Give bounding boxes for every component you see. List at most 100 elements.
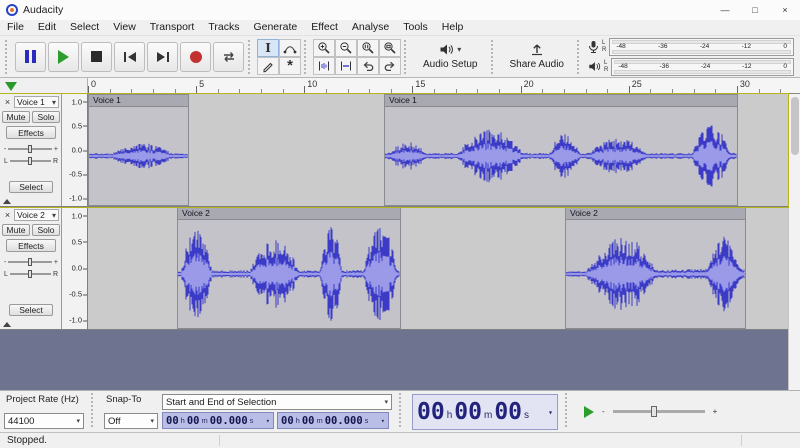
pan-slider[interactable]: L R [4, 156, 58, 166]
scrollbar-thumb[interactable] [791, 97, 799, 155]
play-button[interactable] [48, 41, 79, 72]
collapse-track-icon[interactable] [3, 199, 11, 204]
track-canvas[interactable]: Voice 1 Voice 1 [88, 94, 788, 207]
timeline-ruler[interactable]: 0 5 10 15 20 25 30 [0, 78, 800, 94]
mute-button[interactable]: Mute [2, 224, 30, 236]
menu-select[interactable]: Select [63, 20, 106, 35]
clip-header[interactable]: Voice 2 [178, 208, 400, 220]
toolbar-gripper[interactable] [577, 39, 583, 74]
track-close-button[interactable]: × [2, 209, 13, 220]
undo-button[interactable] [357, 56, 379, 75]
toolbar-gripper[interactable] [304, 39, 310, 74]
recording-meter[interactable]: LR -48 -36 -24 -12 0 [588, 37, 794, 56]
gain-slider-track[interactable] [8, 258, 52, 266]
toolbar-gripper[interactable] [5, 39, 11, 74]
clip-waveform[interactable] [178, 220, 400, 328]
chevron-down-icon[interactable]: ▾ [548, 408, 553, 417]
selection-start-field[interactable]: 00 h 00 m 00.000 s ▾ [162, 412, 274, 429]
gain-slider-track[interactable] [8, 145, 52, 153]
playback-speed-slider[interactable] [612, 406, 705, 417]
solo-button[interactable]: Solo [32, 111, 60, 123]
menu-tools[interactable]: Tools [396, 20, 435, 35]
menu-edit[interactable]: Edit [31, 20, 63, 35]
project-rate-combobox[interactable]: 44100 ▾ [4, 413, 84, 429]
share-audio-button[interactable]: Share Audio [500, 38, 575, 76]
zoom-out-button[interactable] [335, 38, 357, 57]
close-button[interactable]: × [770, 0, 800, 20]
title-bar[interactable]: Audacity — □ × [0, 0, 800, 20]
collapse-track-icon[interactable] [3, 322, 11, 327]
menu-tracks[interactable]: Tracks [201, 20, 246, 35]
zoom-fit-button[interactable] [379, 38, 401, 57]
effects-button[interactable]: Effects [6, 239, 56, 252]
menu-analyse[interactable]: Analyse [345, 20, 396, 35]
menu-view[interactable]: View [106, 20, 143, 35]
menu-effect[interactable]: Effect [304, 20, 345, 35]
zoom-in-button[interactable] [313, 38, 335, 57]
vertical-scale-ruler[interactable]: 1.0 0.5 0.0 -0.5 -1.0 [62, 94, 88, 207]
clip-waveform[interactable] [89, 107, 188, 205]
pan-slider-thumb[interactable] [28, 270, 33, 278]
select-button[interactable]: Select [9, 304, 53, 316]
pan-slider-track[interactable] [9, 157, 51, 165]
timeline-options-area[interactable] [0, 78, 88, 93]
clip-waveform[interactable] [566, 220, 745, 328]
stop-button[interactable] [81, 41, 112, 72]
draw-tool-button[interactable] [257, 56, 279, 75]
toolbar-gripper[interactable] [490, 39, 497, 74]
audio-setup-button[interactable]: ▾ Audio Setup [413, 38, 488, 76]
menu-transport[interactable]: Transport [143, 20, 202, 35]
pan-slider-track[interactable] [9, 270, 51, 278]
toolbar-gripper[interactable] [565, 393, 571, 427]
play-at-speed-button[interactable] [584, 405, 594, 418]
toolbar-gripper[interactable] [404, 39, 410, 74]
toolbar-gripper[interactable] [399, 393, 405, 427]
snap-to-combobox[interactable]: Off ▾ [104, 413, 158, 429]
audio-clip[interactable]: Voice 2 [565, 207, 746, 329]
pause-button[interactable] [15, 41, 46, 72]
zoom-selection-button[interactable] [357, 38, 379, 57]
maximize-button[interactable]: □ [740, 0, 770, 20]
pan-slider[interactable]: L R [4, 269, 58, 279]
selection-tool-button[interactable]: I [257, 38, 279, 57]
silence-audio-button[interactable] [335, 56, 357, 75]
solo-button[interactable]: Solo [32, 224, 60, 236]
selection-end-field[interactable]: 00 h 00 m 00.000 s ▾ [277, 412, 389, 429]
audio-clip[interactable]: Voice 2 [177, 207, 401, 329]
playback-meter[interactable]: LR -48 -36 -24 -12 0 [588, 57, 794, 76]
effects-button[interactable]: Effects [6, 126, 56, 139]
mute-button[interactable]: Mute [2, 111, 30, 123]
loop-button[interactable] [213, 41, 244, 72]
clip-header[interactable]: Voice 1 [385, 95, 737, 107]
skip-to-end-button[interactable] [147, 41, 178, 72]
pinned-playhead-icon[interactable] [5, 82, 17, 91]
menu-file[interactable]: File [0, 20, 31, 35]
recording-meter-bars[interactable]: -48 -36 -24 -12 0 [609, 37, 794, 56]
clip-waveform[interactable] [385, 107, 737, 205]
track-name-button[interactable]: Voice 2 ▾ [14, 209, 59, 221]
envelope-tool-button[interactable] [279, 38, 301, 57]
audio-clip[interactable]: Voice 1 [384, 94, 738, 206]
minimize-button[interactable]: — [710, 0, 740, 20]
gain-slider[interactable]: - + [4, 144, 58, 154]
audio-position-display[interactable]: 00 h 00 m 00 s ▾ [412, 394, 558, 430]
gain-slider-thumb[interactable] [28, 145, 33, 153]
toolbar-gripper[interactable] [248, 39, 254, 74]
gain-slider-thumb[interactable] [28, 258, 33, 266]
skip-to-start-button[interactable] [114, 41, 145, 72]
vertical-scale-ruler[interactable]: 1.0 0.5 0.0 -0.5 -1.0 [62, 207, 88, 330]
playback-meter-bars[interactable]: -48 -36 -24 -12 0 [611, 57, 794, 76]
speed-slider-thumb[interactable] [651, 406, 658, 417]
redo-button[interactable] [379, 56, 401, 75]
menu-help[interactable]: Help [435, 20, 471, 35]
gain-slider[interactable]: - + [4, 257, 58, 267]
pan-slider-thumb[interactable] [28, 157, 33, 165]
selection-mode-combobox[interactable]: Start and End of Selection ▾ [162, 394, 392, 410]
track-canvas[interactable]: Voice 2 Voice 2 [88, 207, 788, 330]
menu-generate[interactable]: Generate [246, 20, 304, 35]
track-close-button[interactable]: × [2, 96, 13, 107]
track-name-button[interactable]: Voice 1 ▾ [14, 96, 59, 108]
clip-header[interactable]: Voice 2 [566, 208, 745, 220]
toolbar-gripper[interactable] [91, 393, 97, 427]
chevron-down-icon[interactable]: ▾ [381, 417, 385, 425]
